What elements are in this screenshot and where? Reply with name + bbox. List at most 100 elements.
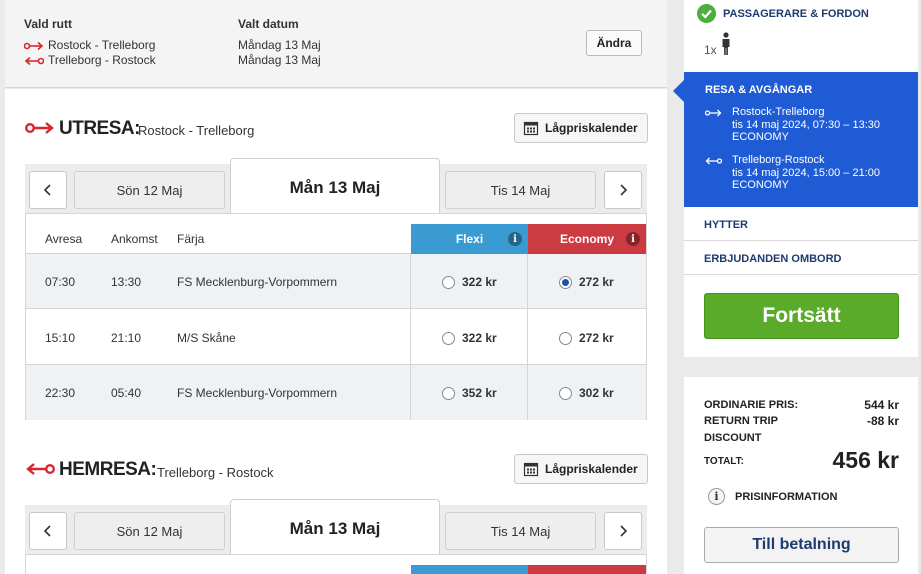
depart-time: 07:30 — [45, 275, 76, 289]
table-row: 07:30 13:30 FS Mecklenburg-Vorpommern 32… — [26, 254, 646, 309]
flexi-radio[interactable] — [442, 331, 455, 345]
calendar-icon — [523, 121, 539, 136]
change-button[interactable]: Ändra — [586, 30, 642, 56]
ordinary-price-label: ORDINARIE PRIS: — [704, 399, 799, 411]
total-label: TOTALT: — [704, 456, 744, 467]
flexi-radio[interactable] — [442, 386, 455, 400]
info-icon[interactable]: i — [708, 488, 725, 505]
col-arrive: Ankomst — [111, 232, 158, 246]
outbound-next-date-button[interactable] — [604, 171, 642, 209]
info-icon[interactable]: i — [508, 232, 522, 246]
outbound-arrow-icon — [25, 122, 54, 134]
discount-label-line2: DISCOUNT — [704, 432, 762, 444]
col-flexi — [411, 565, 528, 574]
economy-option[interactable]: 272 kr — [559, 331, 614, 345]
column-divider — [527, 254, 528, 420]
trip-class: ECONOMY — [732, 179, 789, 191]
outbound-arrow-icon — [24, 41, 44, 50]
outbound-prev-date-button[interactable] — [29, 171, 67, 209]
discount-value: -88 kr — [866, 414, 899, 428]
summary-date-outbound: Måndag 13 Maj — [238, 38, 321, 52]
outbound-date-active[interactable]: Mån 13 Maj — [230, 158, 440, 216]
outbound-title: UTRESA: — [59, 118, 140, 139]
trip-route: Trelleborg-Rostock — [732, 154, 825, 166]
economy-option[interactable]: 302 kr — [559, 386, 614, 400]
depart-time: 22:30 — [45, 386, 76, 400]
ferry-name: FS Mecklenburg-Vorpommern — [177, 386, 338, 400]
return-arrow-icon — [24, 56, 44, 65]
chevron-left-icon — [43, 184, 51, 196]
table-row: 22:30 05:40 FS Mecklenburg-Vorpommern 35… — [26, 365, 646, 420]
depart-time: 15:10 — [45, 331, 76, 345]
arrive-time: 21:10 — [111, 331, 142, 345]
return-date-prev[interactable]: Sön 12 Maj — [74, 512, 225, 550]
passengers-step[interactable]: PASSAGERARE & FORDON — [723, 8, 869, 20]
ferry-name: FS Mecklenburg-Vorpommern — [177, 275, 338, 289]
trip-route: Rostock-Trelleborg — [732, 106, 825, 118]
outbound-route: Rostock - Trelleborg — [138, 123, 255, 138]
economy-option[interactable]: 272 kr — [559, 275, 614, 289]
info-icon[interactable]: i — [626, 232, 640, 246]
return-date-bar: Sön 12 Maj Mån 13 Maj Tis 14 Maj — [25, 499, 647, 557]
return-arrow-icon — [705, 157, 722, 165]
economy-radio[interactable] — [559, 331, 572, 345]
offers-step[interactable]: ERBJUDANDEN OMBORD — [704, 253, 842, 265]
outbound-date-prev[interactable]: Sön 12 Maj — [74, 171, 225, 209]
table-row: 15:10 21:10 M/S Skåne 322 kr 272 kr — [26, 310, 646, 365]
outbound-calendar-button[interactable]: Lågpriskalender — [514, 113, 648, 143]
continue-button[interactable]: Fortsätt — [704, 293, 899, 339]
return-departure-table — [25, 554, 647, 574]
summary-date-return: Måndag 13 Maj — [238, 53, 321, 67]
route-header: Vald rutt — [24, 17, 73, 31]
arrive-time: 13:30 — [111, 275, 142, 289]
col-economy: Economy i — [528, 224, 646, 254]
flexi-option[interactable]: 322 kr — [442, 275, 497, 289]
price-info-link[interactable]: PRISINFORMATION — [735, 491, 837, 503]
ordinary-price-value: 544 kr — [864, 398, 899, 412]
outbound-departure-table: Avresa Ankomst Färja Flexi i Economy i 0… — [25, 213, 647, 420]
chevron-right-icon — [620, 525, 628, 537]
return-next-date-button[interactable] — [604, 512, 642, 550]
return-date-active[interactable]: Mån 13 Maj — [230, 499, 440, 557]
divider — [684, 240, 918, 241]
trip-class: ECONOMY — [732, 131, 789, 143]
main-panel: UTRESA: Rostock - Trelleborg Lågpriskale… — [5, 89, 667, 574]
outbound-date-bar: Sön 12 Maj Mån 13 Maj Tis 14 Maj — [25, 158, 647, 216]
return-title: HEMRESA: — [59, 459, 157, 480]
active-step-pointer — [673, 80, 684, 102]
trips-title: RESA & AVGÅNGAR — [705, 84, 813, 96]
column-divider — [410, 254, 411, 420]
date-header: Valt datum — [238, 17, 299, 31]
outbound-arrow-icon — [705, 109, 722, 117]
trips-step-active[interactable]: RESA & AVGÅNGAR Rostock-Trelleborg tis 1… — [673, 72, 918, 207]
go-to-payment-button[interactable]: Till betalning — [704, 527, 899, 563]
trip-when: tis 14 maj 2024, 07:30 – 13:30 — [732, 119, 880, 131]
passenger-count: 1x — [704, 43, 717, 57]
discount-label-line1: RETURN TRIP — [704, 415, 778, 427]
cabins-step[interactable]: HYTTER — [704, 219, 748, 231]
economy-radio[interactable] — [559, 386, 572, 400]
calendar-icon — [523, 462, 539, 477]
col-ferry: Färja — [177, 232, 205, 246]
return-prev-date-button[interactable] — [29, 512, 67, 550]
economy-radio-selected[interactable] — [559, 275, 572, 289]
summary-route-return: Trelleborg - Rostock — [24, 53, 156, 67]
flexi-option[interactable]: 352 kr — [442, 386, 497, 400]
chevron-left-icon — [43, 525, 51, 537]
total-value: 456 kr — [832, 447, 899, 473]
return-arrow-icon — [26, 463, 55, 475]
arrive-time: 05:40 — [111, 386, 142, 400]
return-date-next[interactable]: Tis 14 Maj — [445, 512, 596, 550]
return-calendar-button[interactable]: Lågpriskalender — [514, 454, 648, 484]
outbound-date-next[interactable]: Tis 14 Maj — [445, 171, 596, 209]
trip-when: tis 14 maj 2024, 15:00 – 21:00 — [732, 167, 880, 179]
flexi-radio[interactable] — [442, 275, 455, 289]
flexi-option[interactable]: 322 kr — [442, 331, 497, 345]
chevron-right-icon — [620, 184, 628, 196]
divider — [684, 274, 918, 275]
return-route: Trelleborg - Rostock — [157, 465, 274, 480]
table-header: Avresa Ankomst Färja Flexi i Economy i — [26, 214, 646, 254]
col-depart: Avresa — [45, 232, 83, 246]
check-circle-icon — [697, 4, 716, 23]
trip-summary: Vald rutt Valt datum Rostock - Trellebor… — [5, 0, 667, 88]
